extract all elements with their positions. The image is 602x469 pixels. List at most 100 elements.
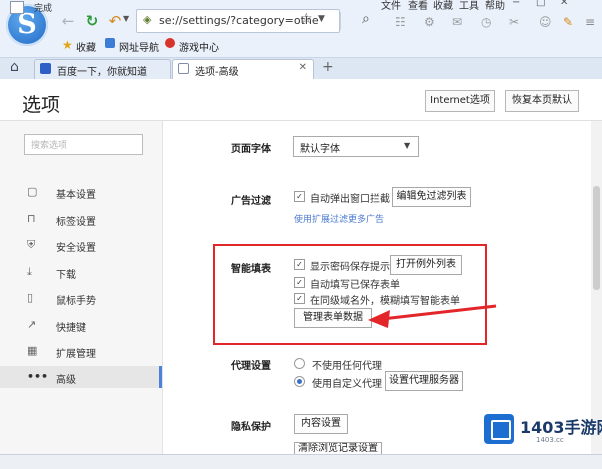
search-icon[interactable]: ⌕ (362, 11, 370, 27)
undo-dropdown-caret-icon[interactable]: ▼ (123, 14, 129, 23)
menu-help[interactable]: 帮助 (485, 0, 505, 12)
autofill-saved-checkbox[interactable]: ✓ (294, 277, 305, 288)
tool-icon[interactable]: ⚙ (424, 15, 435, 29)
window-close-icon[interactable]: ✕ (560, 0, 568, 8)
tab-baidu[interactable]: 百度一下，你就知道 (34, 59, 171, 79)
internet-options-button[interactable]: Internet选项 (425, 90, 495, 112)
autofill-saved-label: 自动填写已保存表单 (310, 280, 400, 291)
clear-history-settings-button[interactable]: 清除浏览记录设置 (294, 442, 382, 454)
sidebar-item-label: 高级 (56, 375, 76, 386)
no-proxy-label: 不使用任何代理 (312, 361, 382, 372)
bookmark-star-icon[interactable]: ☆ (300, 11, 313, 27)
proxy-label: 代理设置 (231, 361, 271, 372)
new-tab-button[interactable]: + (322, 59, 334, 75)
popup-block-label: 自动弹出窗口拦截 (310, 194, 390, 205)
close-tab-icon[interactable]: ✕ (299, 62, 307, 73)
menu-tools[interactable]: 工具 (459, 0, 479, 12)
scrollbar-thumb[interactable] (593, 186, 600, 290)
popup-block-checkbox[interactable]: ✓ (294, 191, 305, 202)
skin-icon[interactable]: ✎ (563, 15, 573, 29)
refresh-icon[interactable]: ↻ (82, 12, 102, 30)
radio-selected-dot (297, 379, 302, 384)
settings-search-input[interactable]: 搜索选项 (24, 134, 143, 155)
sidebar-item-extensions[interactable]: ▦ 扩展管理 (0, 340, 162, 362)
more-icon: ••• (27, 370, 49, 383)
toolbar-divider (340, 12, 341, 30)
site-nav-icon (105, 38, 115, 48)
shortcut-icon: ↗ (27, 318, 37, 331)
smart-fill-checkbox[interactable]: ✓ (294, 293, 305, 304)
download-icon: ⤓ (27, 265, 32, 278)
content-settings-button[interactable]: 内容设置 (294, 414, 348, 434)
screenshot-icon[interactable]: ✂ (509, 15, 519, 29)
history-icon[interactable]: ◷ (481, 15, 491, 29)
page-font-select[interactable]: 默认字体 ▼ (293, 136, 419, 157)
ad-filter-label: 广告过滤 (231, 196, 271, 207)
tab-baidu-title: 百度一下，你就知道 (57, 67, 147, 78)
sidebar-item-tabs[interactable]: ⊓ 标签设置 (0, 208, 162, 230)
grid-menu-icon[interactable]: ☷ (395, 15, 406, 29)
autofill-label: 智能填表 (231, 264, 271, 275)
shield-icon: ⛨ (27, 238, 36, 251)
sidebar-item-label: 扩展管理 (56, 349, 96, 360)
sidebar-item-basic[interactable]: ▢ 基本设置 (0, 181, 162, 203)
extension-icon: ▦ (27, 344, 38, 357)
password-prompt-checkbox[interactable]: ✓ (294, 259, 305, 270)
tab-icon: ⊓ (27, 212, 36, 225)
sidebar-item-download[interactable]: ⤓ 下载 (0, 261, 162, 283)
page-title: 选项 (22, 94, 61, 116)
game-center-icon (165, 38, 175, 48)
edit-filter-list-button[interactable]: 编辑免过滤列表 (392, 187, 471, 207)
watermark-url: 1403.cc (536, 436, 564, 444)
sidebar-item-security[interactable]: ⛨ 安全设置 (0, 234, 162, 256)
address-text[interactable]: se://settings/?category=othe (159, 14, 319, 27)
tab-settings[interactable]: 选项-高级 ✕ (172, 59, 314, 79)
sidebar-item-shortcuts[interactable]: ↗ 快捷键 (0, 314, 162, 336)
page-status-icon (10, 1, 24, 14)
favorites-site-nav-link[interactable]: 网址导航 (119, 39, 159, 54)
window-minimize-icon[interactable]: − (512, 0, 520, 8)
favorites-collect-link[interactable]: 收藏 (76, 39, 96, 54)
sidebar-item-label: 下载 (56, 270, 76, 281)
no-proxy-radio[interactable] (294, 358, 305, 369)
status-text: 完成 (34, 4, 53, 14)
page-font-value: 默认字体 (300, 144, 340, 155)
sidebar-item-label: 鼠标手势 (56, 296, 96, 307)
sidebar-item-label: 安全设置 (56, 243, 96, 254)
tab-settings-title: 选项-高级 (195, 67, 239, 78)
tab-strip: ⌂ 百度一下，你就知道 选项-高级 ✕ + (0, 57, 602, 79)
favorites-game-center-link[interactable]: 游戏中心 (179, 39, 219, 54)
sidebar-item-advanced[interactable]: ••• 高级 (0, 366, 162, 388)
menu-favorites[interactable]: 收藏 (433, 0, 453, 12)
mouse-icon: ▯ (27, 291, 34, 304)
settings-search-placeholder: 搜索选项 (31, 141, 68, 151)
undo-icon[interactable]: ↶ (105, 12, 125, 30)
page-font-label: 页面字体 (231, 144, 271, 155)
status-bar (0, 454, 602, 469)
sidebar-item-label: 标签设置 (56, 217, 96, 228)
secure-shield-icon: ◈ (143, 13, 152, 26)
extension-filter-link[interactable]: 使用扩展过滤更多广告 (294, 212, 384, 225)
restore-default-button[interactable]: 恢复本页默认 (505, 90, 579, 112)
menu-view[interactable]: 查看 (408, 0, 428, 12)
mail-icon[interactable]: ✉ (452, 15, 462, 29)
back-arrow-icon[interactable]: ← (58, 12, 78, 30)
favorites-star-icon: ★ (62, 38, 73, 52)
configure-proxy-button[interactable]: 设置代理服务器 (385, 371, 463, 391)
settings-favicon-icon (178, 63, 189, 74)
active-indicator (159, 366, 162, 388)
open-exceptions-button[interactable]: 打开例外列表 (390, 255, 462, 275)
home-icon[interactable]: ⌂ (10, 59, 19, 75)
custom-proxy-radio[interactable] (294, 376, 305, 387)
sidebar-item-label: 基本设置 (56, 190, 96, 201)
watermark-brand: 1403手游网 (520, 418, 602, 437)
password-prompt-label: 显示密码保存提示 (310, 262, 390, 273)
main-menu-icon[interactable]: ≡ (585, 15, 595, 29)
window-maximize-icon[interactable]: □ (536, 0, 545, 8)
menu-file[interactable]: 文件 (381, 0, 401, 12)
settings-sidebar: 搜索选项 ▢ 基本设置 ⊓ 标签设置 ⛨ 安全设置 ⤓ 下载 ▯ 鼠标手势 ↗ … (0, 121, 163, 454)
address-dropdown-caret-icon[interactable]: ▼ (318, 14, 325, 24)
sidebar-item-mouse-gesture[interactable]: ▯ 鼠标手势 (0, 287, 162, 309)
custom-proxy-label: 使用自定义代理 (312, 379, 382, 390)
user-icon[interactable]: ☺ (539, 15, 552, 29)
